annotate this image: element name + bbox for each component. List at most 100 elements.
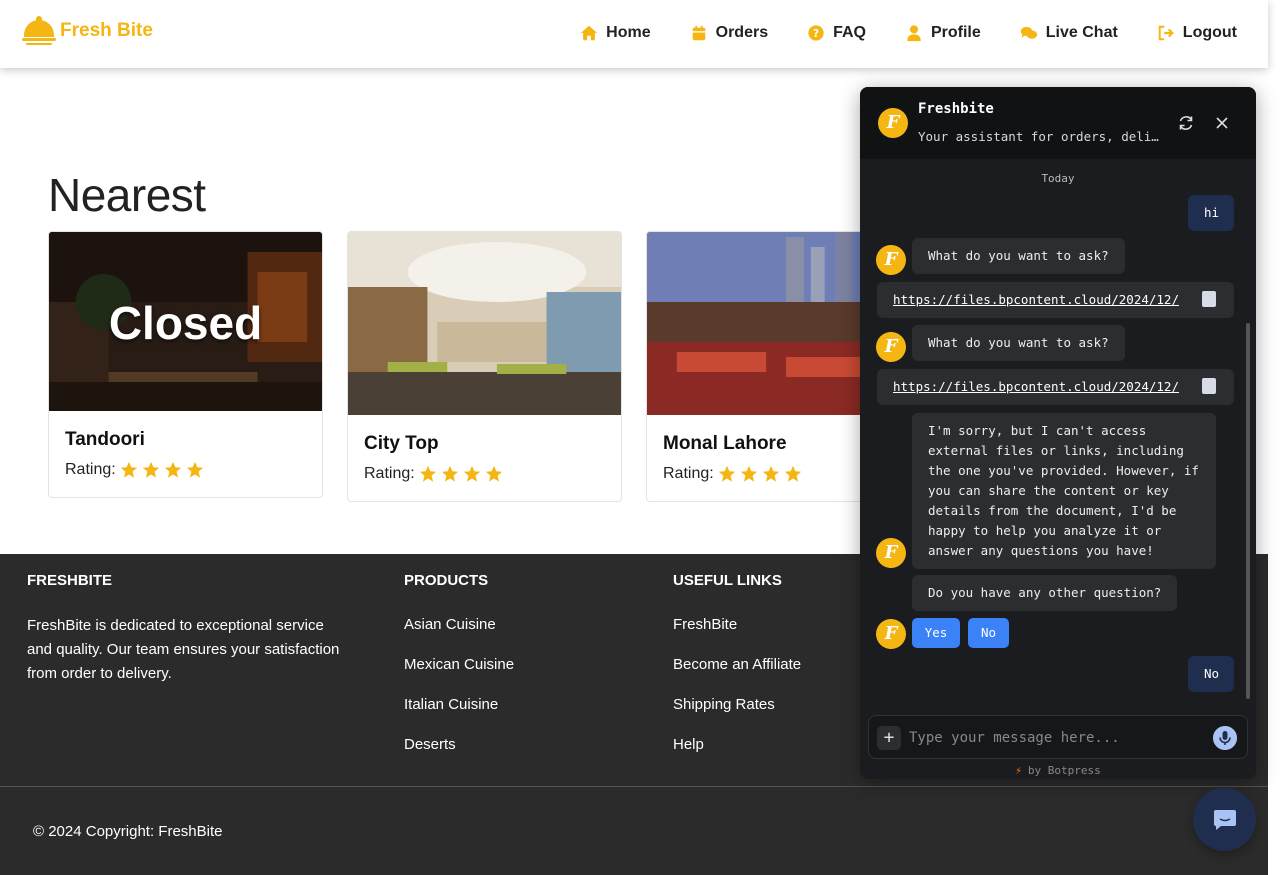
chat-bubble-icon: [1214, 810, 1236, 830]
brand-logo[interactable]: Fresh Bite: [22, 16, 153, 46]
home-icon: [581, 25, 598, 41]
restaurant-name: Tandoori: [65, 429, 145, 450]
bot-avatar: F: [876, 538, 906, 568]
footer-about-title: FRESHBITE: [27, 572, 113, 589]
star-icon: [120, 461, 137, 478]
nav-home[interactable]: Home: [580, 24, 651, 42]
star-icon: [485, 465, 502, 482]
nav-logout[interactable]: Logout: [1157, 24, 1237, 42]
bot-avatar: F: [876, 245, 906, 275]
chat-header: F Freshbite Your assistant for orders, d…: [860, 87, 1256, 159]
closed-overlay-label: Closed: [108, 297, 263, 349]
nav-logout-label: Logout: [1182, 24, 1237, 41]
bolt-icon: ⚡: [1015, 764, 1022, 777]
footer-useful-link[interactable]: Shipping Rates: [673, 696, 801, 736]
svg-text:?: ?: [813, 27, 819, 40]
file-link[interactable]: https://files.bpcontent.cloud/2024/12/: [893, 292, 1179, 307]
bot-message: What do you want to ask?: [912, 325, 1125, 361]
close-icon[interactable]: [1212, 113, 1232, 133]
rating-label: Rating:: [65, 461, 116, 478]
bot-avatar: F: [878, 108, 908, 138]
bot-message: Do you have any other question?: [912, 575, 1178, 611]
chat-toggle-button[interactable]: [1193, 788, 1256, 851]
chat-subtitle: Your assistant for orders, delivery and …: [918, 129, 1160, 144]
download-file-icon[interactable]: [1202, 378, 1216, 394]
footer-product-link[interactable]: Asian Cuisine: [404, 616, 514, 656]
add-attachment-button[interactable]: +: [877, 726, 901, 750]
cloche-icon: [22, 16, 56, 46]
nav-profile-label: Profile: [930, 24, 981, 41]
star-icon: [740, 465, 757, 482]
restaurant-name: Monal Lahore: [663, 433, 787, 454]
file-link-message[interactable]: https://files.bpcontent.cloud/2024/12/: [877, 282, 1234, 318]
file-link[interactable]: https://files.bpcontent.cloud/2024/12/: [893, 379, 1179, 394]
nav-faq[interactable]: ? FAQ: [807, 24, 866, 42]
rating-label: Rating:: [663, 465, 714, 482]
footer-useful-link[interactable]: FreshBite: [673, 616, 801, 656]
restaurant-rating: Rating:: [65, 461, 204, 479]
brand-name: Fresh Bite: [60, 20, 153, 41]
nav-orders-label: Orders: [715, 24, 769, 41]
bot-message: What do you want to ask?: [912, 238, 1125, 274]
chat-message-input[interactable]: [909, 726, 1199, 750]
bot-avatar: F: [876, 619, 906, 649]
footer-useful-link[interactable]: Help: [673, 736, 801, 776]
chat-date-separator: Today: [1041, 172, 1075, 185]
footer-divider: [0, 786, 1268, 787]
footer-useful-links: FreshBite Become an Affiliate Shipping R…: [673, 616, 801, 776]
user-icon: [907, 25, 921, 42]
nav-home-label: Home: [606, 24, 651, 41]
navbar: Fresh Bite Home Orders ? FAQ Profile Liv…: [0, 0, 1268, 68]
user-message: No: [1188, 656, 1234, 692]
star-icon: [441, 465, 458, 482]
chat-widget: F Freshbite Your assistant for orders, d…: [860, 87, 1256, 779]
star-icon: [784, 465, 801, 482]
logout-icon: [1158, 25, 1174, 41]
footer-copyright: © 2024 Copyright: FreshBite: [33, 823, 223, 840]
star-icon: [718, 465, 735, 482]
user-message: hi: [1188, 195, 1234, 231]
quick-reply-no[interactable]: No: [968, 618, 1009, 648]
nav-live-chat-label: Live Chat: [1045, 24, 1118, 41]
download-file-icon[interactable]: [1202, 291, 1216, 307]
chat-title: Freshbite: [918, 101, 994, 117]
footer-useful-link[interactable]: Become an Affiliate: [673, 656, 801, 696]
star-icon: [164, 461, 181, 478]
footer-product-link[interactable]: Italian Cuisine: [404, 696, 514, 736]
star-icon: [419, 465, 436, 482]
bot-avatar: F: [876, 332, 906, 362]
restaurant-name: City Top: [364, 433, 439, 454]
file-link-message[interactable]: https://files.bpcontent.cloud/2024/12/: [877, 369, 1234, 405]
question-circle-icon: ?: [808, 25, 824, 41]
section-title: Nearest: [48, 169, 206, 221]
nav-live-chat[interactable]: Live Chat: [1020, 24, 1118, 42]
nav-orders[interactable]: Orders: [690, 24, 768, 42]
restaurant-image: [348, 232, 621, 415]
nav-profile[interactable]: Profile: [905, 24, 981, 42]
rating-label: Rating:: [364, 465, 415, 482]
footer-links-title: USEFUL LINKS: [673, 572, 782, 589]
nav-faq-label: FAQ: [833, 24, 866, 41]
microphone-icon[interactable]: [1213, 726, 1237, 750]
footer-product-link[interactable]: Mexican Cuisine: [404, 656, 514, 696]
bot-message: I'm sorry, but I can't access external f…: [912, 413, 1216, 569]
restaurant-card[interactable]: Closed Tandoori Rating:: [48, 231, 323, 498]
footer-product-link[interactable]: Deserts: [404, 736, 514, 776]
calendar-icon: [692, 25, 705, 41]
quick-reply-yes[interactable]: Yes: [912, 618, 960, 648]
restaurant-rating: Rating:: [364, 465, 503, 483]
refresh-icon[interactable]: [1176, 113, 1196, 133]
restaurant-card[interactable]: City Top Rating:: [347, 231, 622, 502]
star-icon: [762, 465, 779, 482]
chat-composer: +: [868, 715, 1248, 759]
restaurant-rating: Rating:: [663, 465, 802, 483]
chat-bubbles-icon: [1020, 26, 1037, 39]
nav-links: Home Orders ? FAQ Profile Live Chat Logo…: [541, 24, 1237, 42]
star-icon: [186, 461, 203, 478]
star-icon: [142, 461, 159, 478]
footer-about-text: FreshBite is dedicated to exceptional se…: [27, 617, 340, 682]
chat-scrollbar[interactable]: [1246, 323, 1250, 699]
star-icon: [463, 465, 480, 482]
footer-products-list: Asian Cuisine Mexican Cuisine Italian Cu…: [404, 616, 514, 776]
powered-by[interactable]: ⚡ by Botpress: [860, 764, 1256, 777]
